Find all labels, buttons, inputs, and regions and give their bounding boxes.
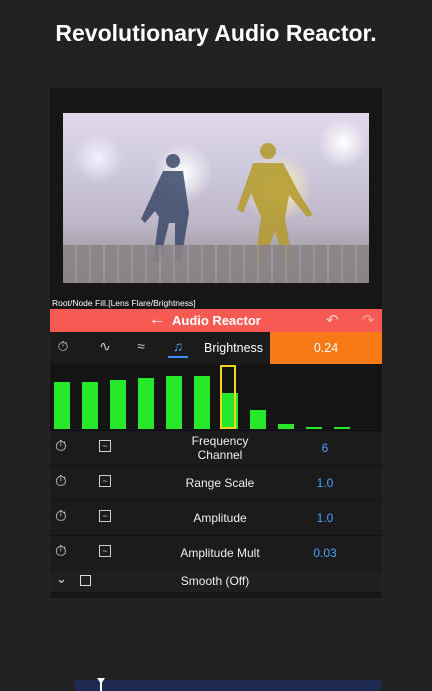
- timer-icon[interactable]: ⏱: [55, 543, 67, 560]
- spectrum-bar[interactable]: [278, 424, 294, 429]
- param-label: Amplitude Mult: [180, 546, 260, 560]
- timer-icon[interactable]: ⏱: [53, 338, 73, 358]
- spectrum-bar[interactable]: [334, 427, 350, 429]
- param-value[interactable]: 6: [290, 441, 360, 455]
- param-row-amplitude-mult[interactable]: ⏱ ~ Amplitude Mult 0.03: [50, 535, 382, 570]
- graph-icon[interactable]: ~: [99, 545, 111, 557]
- graph-icon[interactable]: ~: [99, 440, 111, 452]
- graph-icon[interactable]: ~: [99, 475, 111, 487]
- timer-icon[interactable]: ⏱: [55, 473, 67, 490]
- timeline-strip[interactable]: [75, 678, 381, 691]
- back-arrow-icon[interactable]: ←: [149, 311, 165, 329]
- spectrum-bar[interactable]: [194, 376, 210, 429]
- spectrum-bar[interactable]: [110, 380, 126, 429]
- parameter-value[interactable]: 0.24: [270, 332, 382, 364]
- smooth-row[interactable]: ⌄ Smooth (Off): [50, 570, 382, 592]
- smooth-checkbox[interactable]: [80, 575, 91, 586]
- spectrum-bar[interactable]: [306, 427, 322, 429]
- floor-background: [63, 245, 369, 283]
- timer-icon[interactable]: ⏱: [55, 508, 67, 525]
- parameter-name: Brightness: [204, 341, 264, 355]
- selected-band-frame[interactable]: [220, 365, 236, 429]
- spectrum-bar[interactable]: [250, 410, 266, 429]
- spectrum-bar[interactable]: [54, 382, 70, 429]
- chevron-down-icon[interactable]: ⌄: [56, 571, 67, 587]
- parameter-tabs: ⏱ ∿ ≈ ♫ Brightness 0.24: [50, 332, 382, 364]
- audio-spectrum[interactable]: [50, 364, 382, 430]
- undo-icon[interactable]: ↶: [326, 311, 339, 329]
- param-value[interactable]: 0.03: [290, 546, 360, 560]
- spectrum-bar[interactable]: [166, 376, 182, 429]
- graph-icon[interactable]: ~: [99, 510, 111, 522]
- param-row-frequency-channel[interactable]: ⏱ ~ Frequency Channel 6: [50, 430, 382, 465]
- node-path: Root/Node Fill.[Lens Flare/Brightness]: [52, 298, 196, 308]
- param-row-range-scale[interactable]: ⏱ ~ Range Scale 1.0: [50, 465, 382, 500]
- spectrum-bar[interactable]: [138, 378, 154, 429]
- redo-icon[interactable]: ↷: [362, 311, 375, 329]
- param-value[interactable]: 1.0: [290, 511, 360, 525]
- playhead-line: [100, 680, 102, 691]
- param-label: Range Scale: [185, 476, 255, 490]
- toolbar-title: Audio Reactor: [172, 313, 261, 328]
- audio-reactor-toolbar: ← Audio Reactor ↶ ↷: [50, 309, 382, 332]
- param-value[interactable]: 1.0: [290, 476, 360, 490]
- param-row-amplitude[interactable]: ⏱ ~ Amplitude 1.0: [50, 500, 382, 535]
- app-screen: Root/Node Fill.[Lens Flare/Brightness] ←…: [50, 88, 382, 598]
- headline: Revolutionary Audio Reactor.: [55, 20, 377, 46]
- spectrum-bar[interactable]: [82, 382, 98, 429]
- timer-icon[interactable]: ⏱: [55, 438, 67, 455]
- param-label: Frequency Channel: [191, 434, 249, 462]
- video-preview[interactable]: [63, 113, 369, 283]
- music-note-icon[interactable]: ♫: [168, 338, 188, 358]
- wave-icon[interactable]: ≈: [131, 338, 151, 358]
- param-label: Amplitude: [193, 511, 247, 525]
- smooth-label: Smooth (Off): [180, 574, 250, 588]
- graph-icon[interactable]: ∿: [95, 338, 115, 358]
